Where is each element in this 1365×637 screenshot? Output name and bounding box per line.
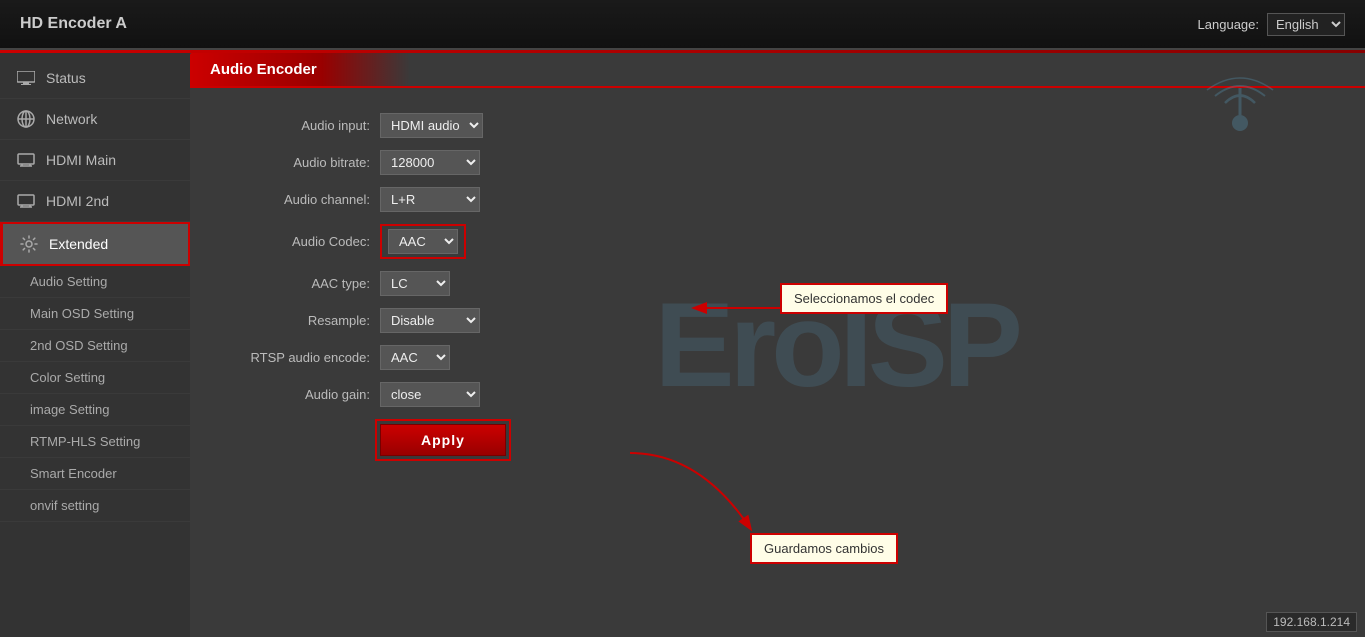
app-title: HD Encoder A [20,15,127,33]
gear-icon [19,234,39,254]
sidebar-sub-image-setting[interactable]: image Setting [0,394,190,426]
sidebar-label-extended: Extended [49,236,108,252]
sidebar-sub-2nd-osd[interactable]: 2nd OSD Setting [0,330,190,362]
audio-channel-label: Audio channel: [210,192,370,207]
ip-address: 192.168.1.214 [1266,612,1357,632]
globe-icon [16,109,36,129]
audio-codec-label: Audio Codec: [210,234,370,249]
language-select[interactable]: English Chinese [1267,13,1345,36]
audio-bitrate-label: Audio bitrate: [210,155,370,170]
audio-gain-label: Audio gain: [210,387,370,402]
sidebar-item-status[interactable]: Status [0,58,190,99]
apply-button-wrapper: Apply [375,419,511,461]
resample-label: Resample: [210,313,370,328]
sidebar-item-hdmi-main[interactable]: HDMI Main [0,140,190,181]
main-layout: Status Network [0,53,1365,637]
audio-codec-select[interactable]: AAC MP3 G711 [388,229,458,254]
rtsp-row: RTSP audio encode: AAC MP3 [210,345,1345,370]
rtsp-label: RTSP audio encode: [210,350,370,365]
audio-gain-row: Audio gain: close 3dB 6dB 9dB [210,382,1345,407]
sidebar-item-network[interactable]: Network [0,99,190,140]
sidebar-label-hdmi-main: HDMI Main [46,152,116,168]
sidebar-sub-smart-encoder[interactable]: Smart Encoder [0,458,190,490]
sidebar-sub-onvif[interactable]: onvif setting [0,490,190,522]
sidebar: Status Network [0,53,190,637]
audio-bitrate-select[interactable]: 128000 64000 32000 [380,150,480,175]
audio-codec-highlight: AAC MP3 G711 [380,224,466,259]
resample-select[interactable]: Disable Enable [380,308,480,333]
hdmi-2nd-icon [16,191,36,211]
audio-bitrate-row: Audio bitrate: 128000 64000 32000 [210,150,1345,175]
audio-channel-select[interactable]: L+R Left Right [380,187,480,212]
content-area: EroISP Audio Encoder Audio input: HDMI a… [190,53,1365,637]
sidebar-sub-rtmp-hls[interactable]: RTMP-HLS Setting [0,426,190,458]
language-selector: Language: English Chinese [1198,13,1345,36]
audio-input-row: Audio input: HDMI audio Line in [210,113,1345,138]
sidebar-sub-audio-setting[interactable]: Audio Setting [0,266,190,298]
callout-apply: Guardamos cambios [750,533,898,564]
callout-codec-arrow [685,288,785,328]
page-title: Audio Encoder [190,53,410,86]
header: HD Encoder A Language: English Chinese [0,0,1365,50]
audio-input-select[interactable]: HDMI audio Line in [380,113,483,138]
audio-codec-row: Audio Codec: AAC MP3 G711 [210,224,1345,259]
monitor-icon [16,68,36,88]
sidebar-label-hdmi-2nd: HDMI 2nd [46,193,109,209]
sidebar-item-hdmi-2nd[interactable]: HDMI 2nd [0,181,190,222]
page-header-bar: Audio Encoder [190,53,1365,88]
sidebar-label-status: Status [46,70,86,86]
sidebar-sub-main-osd[interactable]: Main OSD Setting [0,298,190,330]
language-label: Language: [1198,17,1259,32]
hdmi-main-icon [16,150,36,170]
audio-gain-select[interactable]: close 3dB 6dB 9dB [380,382,480,407]
aac-type-label: AAC type: [210,276,370,291]
apply-button[interactable]: Apply [380,424,506,456]
audio-channel-row: Audio channel: L+R Left Right [210,187,1345,212]
callout-codec: Seleccionamos el codec [780,283,948,314]
sidebar-sub-color-setting[interactable]: Color Setting [0,362,190,394]
audio-input-label: Audio input: [210,118,370,133]
sidebar-label-network: Network [46,111,97,127]
aac-type-select[interactable]: LC HE HEv2 [380,271,450,296]
sidebar-item-extended[interactable]: Extended [0,222,190,266]
rtsp-select[interactable]: AAC MP3 [380,345,450,370]
